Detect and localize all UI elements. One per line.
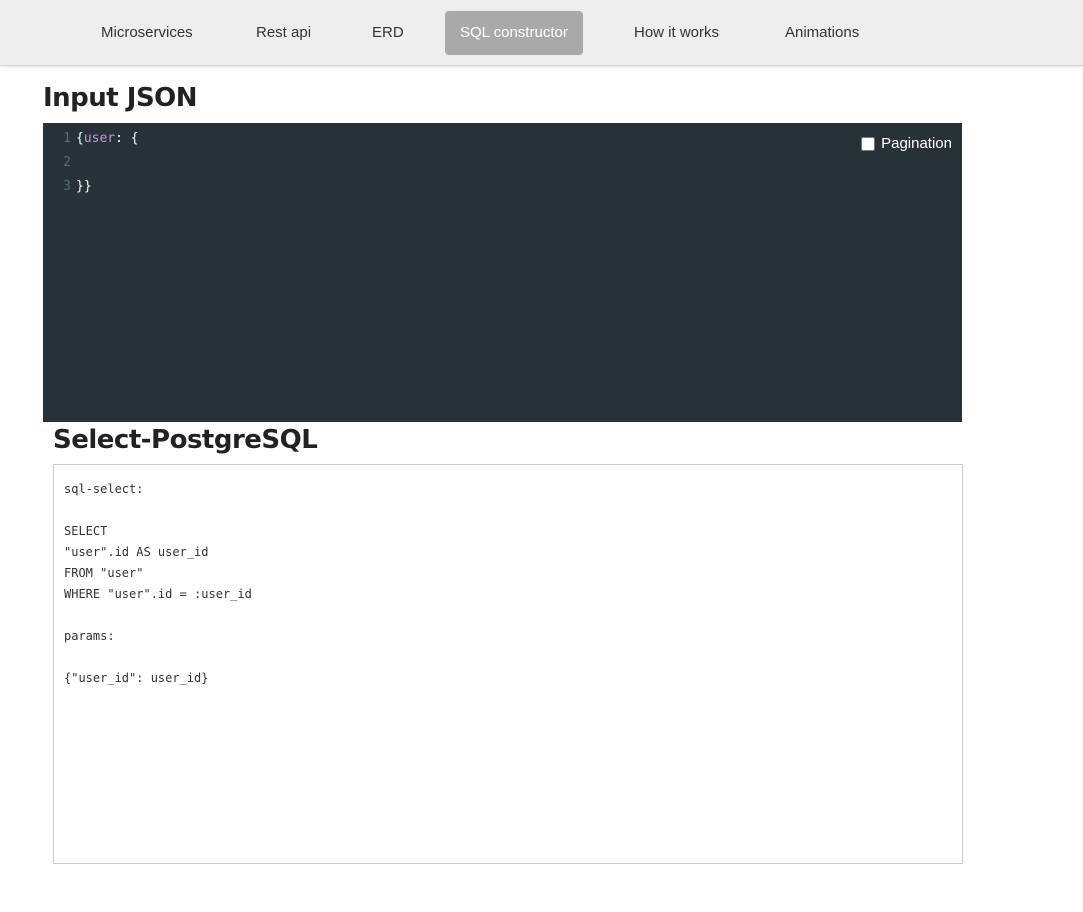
line-number: 3 [63, 179, 71, 194]
input-json-title: Input JSON [43, 83, 198, 113]
sql-output-box[interactable]: sql-select: SELECT "user".id AS user_id … [53, 464, 963, 864]
json-code-editor[interactable]: 1 {user: { 2 3}} Pagination [43, 123, 962, 422]
line-number: 2 [63, 155, 71, 170]
nav-item-microservices[interactable]: Microservices [86, 11, 208, 55]
nav-item-rest-api[interactable]: Rest api [241, 11, 326, 55]
top-nav-bar: Microservices Rest api ERD SQL construct… [0, 0, 1083, 66]
code-json-key: user [83, 131, 116, 146]
pagination-label: Pagination [881, 135, 952, 152]
pagination-toggle[interactable]: Pagination [861, 135, 952, 152]
code-punct: : { [115, 131, 139, 146]
sql-output-text: sql-select: SELECT "user".id AS user_id … [64, 482, 252, 685]
code-text: }} [76, 179, 92, 194]
nav-item-animations[interactable]: Animations [770, 11, 874, 55]
code-line-3: 3}} [43, 175, 92, 199]
nav-item-how-it-works[interactable]: How it works [619, 11, 734, 55]
code-brace: { [76, 131, 84, 146]
pagination-checkbox[interactable] [861, 136, 876, 151]
nav-item-sql-constructor[interactable]: SQL constructor [445, 11, 583, 55]
nav-item-erd[interactable]: ERD [357, 11, 419, 55]
code-line-1: 1 {user: { [43, 127, 139, 151]
code-line-2: 2 [43, 151, 76, 175]
line-number: 1 [63, 131, 71, 146]
select-postgresql-title: Select-PostgreSQL [53, 425, 318, 455]
